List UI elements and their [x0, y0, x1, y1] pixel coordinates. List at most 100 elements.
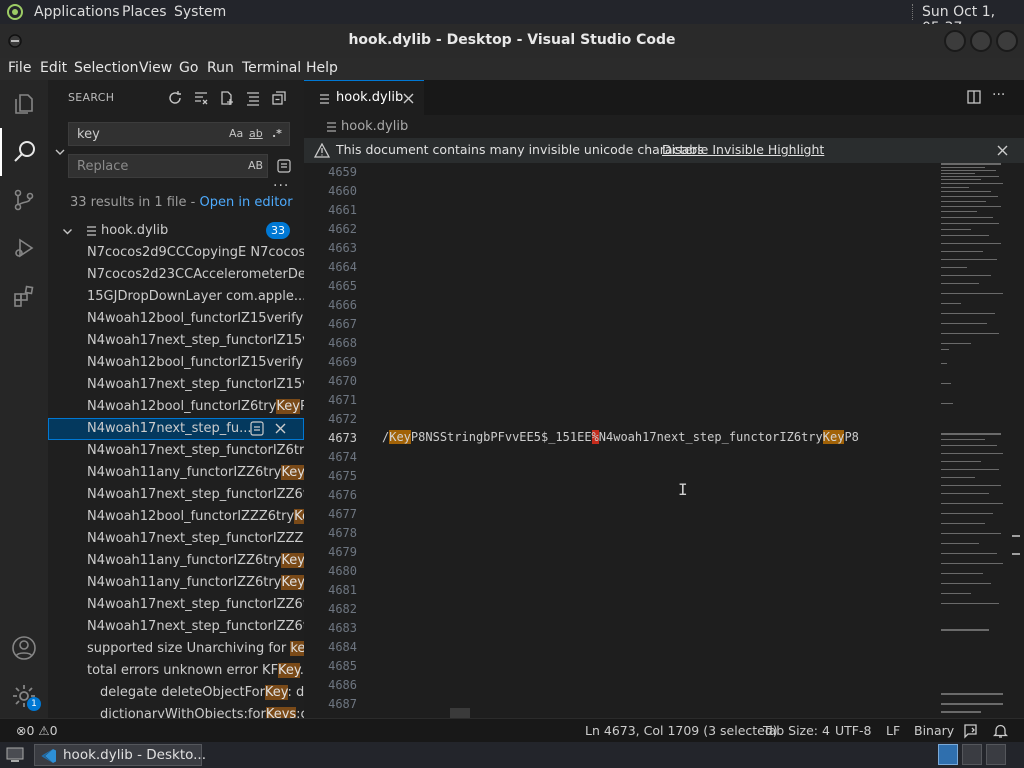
problems-indicator[interactable]: ⊗0 ⚠0: [16, 723, 58, 738]
search-match-row[interactable]: N4woah12bool_functorIZ6tryKeyP...: [48, 396, 304, 418]
menu-terminal[interactable]: Terminal: [242, 60, 301, 76]
minimize-button[interactable]: [944, 30, 966, 52]
search-match-row[interactable]: N4woah17next_step_functorIZ15v...: [48, 330, 304, 352]
distro-logo-icon[interactable]: [6, 3, 24, 21]
open-in-editor-link[interactable]: Open in editor: [200, 195, 293, 210]
whole-word-toggle[interactable]: ab: [249, 127, 263, 140]
menu-file[interactable]: File: [8, 60, 31, 76]
menu-selection[interactable]: Selection: [74, 60, 139, 76]
regex-toggle[interactable]: .*: [272, 127, 282, 140]
search-match-row[interactable]: N4woah12bool_functorIZ15verifyD...: [48, 352, 304, 374]
menu-help[interactable]: Help: [306, 60, 338, 76]
replace-match-icon[interactable]: [250, 421, 264, 436]
match-case-toggle[interactable]: Aa: [229, 127, 243, 140]
search-match-row[interactable]: 15GJDropDownLayer com.apple....: [48, 286, 304, 308]
status-bar: ⊗0 ⚠0 Ln 4673, Col 1709 (3 selected) Tab…: [0, 718, 1024, 742]
source-control-icon[interactable]: [0, 176, 48, 224]
menu-run[interactable]: Run: [207, 60, 234, 76]
line-number: 4674: [328, 450, 357, 464]
search-match-row[interactable]: N7cocos2d23CCAccelerometerDel...: [48, 264, 304, 286]
replace-field[interactable]: AB: [68, 154, 268, 178]
result-file-row[interactable]: hook.dylib 33: [48, 220, 304, 242]
search-match-row[interactable]: N4woah11any_functorIZZ6tryKeyP...: [48, 462, 304, 484]
extensions-icon[interactable]: [0, 272, 48, 320]
search-match-row[interactable]: N4woah11any_functorIZZ6tryKeyP...: [48, 550, 304, 572]
search-match-row[interactable]: N4woah11any_functorIZZ6tryKeyP...: [48, 572, 304, 594]
search-match-row[interactable]: dictionaryWithObjects:forKeys:c...: [48, 704, 304, 718]
system-menu[interactable]: System: [174, 4, 226, 20]
applications-menu[interactable]: Applications: [34, 4, 120, 20]
text-cursor-icon: I: [678, 480, 688, 499]
breadcrumb[interactable]: hook.dylib: [326, 119, 408, 134]
minimap[interactable]: [941, 163, 1005, 718]
close-window-button[interactable]: [996, 30, 1018, 52]
menu-edit[interactable]: Edit: [40, 60, 67, 76]
line-number: 4667: [328, 317, 357, 331]
language-mode[interactable]: Binary: [914, 723, 954, 738]
search-match-row[interactable]: N4woah12bool_functorIZZZ6tryKe...: [48, 506, 304, 528]
search-field[interactable]: Aa ab .*: [68, 122, 290, 146]
search-match-row[interactable]: N7cocos2d9CCCopyingE N7cocos...: [48, 242, 304, 264]
notifications-bell-icon[interactable]: [993, 723, 1008, 739]
tab-bar: hook.dylib ···: [304, 80, 1024, 115]
search-match-text: N7cocos2d23CCAccelerometerDel...: [87, 267, 304, 282]
search-match-row[interactable]: N4woah12bool_functorIZ15verifyD...: [48, 308, 304, 330]
view-as-tree-icon[interactable]: [245, 90, 263, 108]
search-match-row-selected[interactable]: N4woah17next_step_fu...: [48, 418, 304, 440]
editor-area: hook.dylib ··· hook.dylib This document …: [304, 80, 1024, 718]
code-line-current[interactable]: /KeyP8NSStringbPFvvEE5$_151EE%N4woah17ne…: [382, 428, 859, 447]
horizontal-scrollbar-thumb[interactable]: [450, 708, 470, 718]
dismiss-match-icon[interactable]: [275, 423, 286, 434]
cursor-position[interactable]: Ln 4673, Col 1709 (3 selected): [585, 723, 778, 738]
account-icon[interactable]: [0, 624, 48, 672]
search-input[interactable]: [75, 126, 219, 143]
disable-invisible-highlight-link[interactable]: Disable Invisible Highlight: [662, 142, 824, 157]
places-menu[interactable]: Places: [122, 4, 167, 20]
more-options-icon[interactable]: ···: [273, 178, 289, 194]
encoding[interactable]: UTF-8: [835, 723, 871, 738]
search-match-row[interactable]: N4woah17next_step_functorIZZ6t...: [48, 616, 304, 638]
workspace-switcher[interactable]: [938, 744, 958, 765]
search-match-row[interactable]: N4woah17next_step_functorIZZZ6...: [48, 528, 304, 550]
editor-tab[interactable]: hook.dylib: [304, 80, 424, 115]
clear-results-icon[interactable]: [193, 90, 211, 108]
breadcrumb-file[interactable]: hook.dylib: [341, 119, 408, 134]
show-desktop-icon[interactable]: [6, 747, 24, 763]
explorer-icon[interactable]: [0, 80, 48, 128]
workspace-switcher[interactable]: [986, 744, 1006, 765]
workspace-switcher[interactable]: [962, 744, 982, 765]
preserve-case-toggle[interactable]: AB: [248, 159, 263, 172]
invisible-char-marker: %: [591, 430, 599, 444]
menu-go[interactable]: Go: [179, 60, 198, 76]
search-match-row[interactable]: N4woah17next_step_functorIZ15v...: [48, 374, 304, 396]
search-match-row[interactable]: N4woah17next_step_functorIZZ6t...: [48, 594, 304, 616]
search-match-row[interactable]: total errors unknown error KFKey...: [48, 660, 304, 682]
chevron-down-icon[interactable]: [62, 226, 73, 237]
close-tab-icon[interactable]: [403, 93, 414, 104]
split-editor-icon[interactable]: [967, 90, 981, 104]
new-search-editor-icon[interactable]: [219, 90, 237, 108]
toggle-replace-chevron-icon[interactable]: [54, 146, 66, 158]
end-of-line[interactable]: LF: [886, 723, 900, 738]
editor-more-actions-icon[interactable]: ···: [992, 87, 1005, 103]
search-match-row[interactable]: N4woah17next_step_functorIZZ6t...: [48, 484, 304, 506]
feedback-icon[interactable]: [963, 723, 979, 739]
collapse-all-icon[interactable]: [271, 90, 289, 108]
replace-all-icon[interactable]: [276, 158, 292, 174]
close-banner-icon[interactable]: [997, 145, 1008, 156]
menu-view[interactable]: View: [139, 60, 172, 76]
window-titlebar[interactable]: hook.dylib - Desktop - Visual Studio Cod…: [0, 24, 1024, 58]
replace-input[interactable]: [75, 158, 219, 175]
search-match-row[interactable]: supported size Unarchiving for key...: [48, 638, 304, 660]
taskbar-window-button[interactable]: hook.dylib - Deskto...: [34, 744, 206, 766]
search-icon[interactable]: [0, 128, 48, 176]
tab-size[interactable]: Tab Size: 4: [763, 723, 830, 738]
run-debug-icon[interactable]: [0, 224, 48, 272]
settings-gear-icon[interactable]: 1: [0, 672, 48, 720]
search-match-row[interactable]: N4woah17next_step_functorIZ6try...: [48, 440, 304, 462]
refresh-icon[interactable]: [167, 90, 185, 108]
search-match-row[interactable]: delegate deleteObjectForKey: d...: [48, 682, 304, 704]
code-segment: N4woah17next_step_functorIZ6try: [598, 430, 823, 444]
vertical-scrollbar[interactable]: [1006, 163, 1020, 718]
maximize-button[interactable]: [970, 30, 992, 52]
